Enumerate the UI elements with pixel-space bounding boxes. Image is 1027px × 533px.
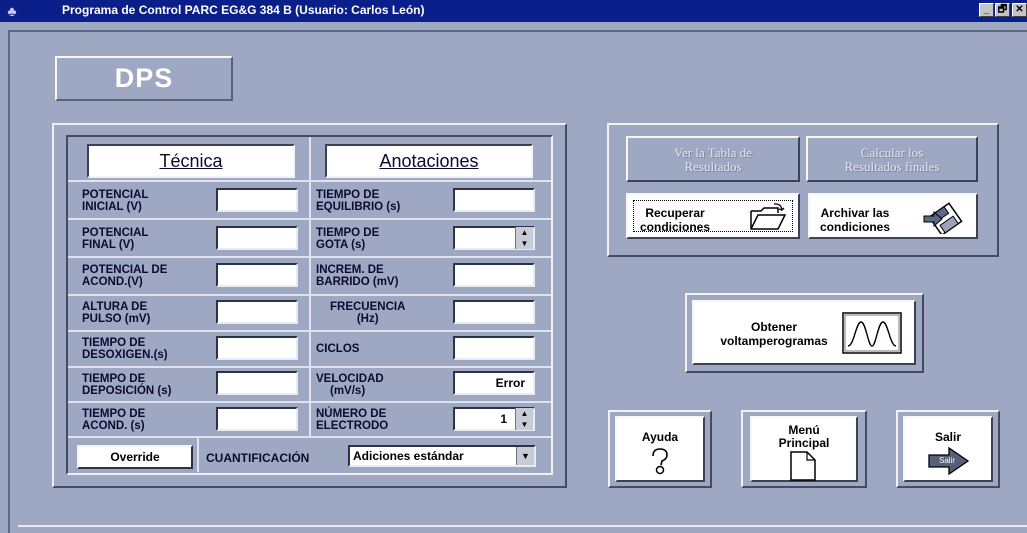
- voltammogram-icon: [842, 312, 902, 354]
- tiempo-gota-spinner[interactable]: ▲ ▼: [515, 227, 533, 249]
- menu-label: Menú Principal: [778, 423, 830, 450]
- recuperar-label: Recuperar condiciones: [640, 206, 711, 234]
- tiempo-gota-label: TIEMPO DE GOTA (s): [316, 227, 380, 251]
- potencial-inicial-input[interactable]: [216, 188, 298, 212]
- obtener-label: Obtener voltamperogramas: [720, 320, 828, 348]
- altura-pulso-label: ALTURA DE PULSO (mV): [82, 301, 151, 325]
- salir-button[interactable]: Salir Salir: [903, 416, 993, 482]
- chevron-down-icon[interactable]: ▼: [516, 447, 534, 465]
- velocidad-label: VELOCIDAD (mV/s): [316, 373, 384, 397]
- grid-divider: [68, 366, 551, 368]
- help-icon: [652, 448, 668, 475]
- potencial-final-label: POTENCIAL FINAL (V): [82, 227, 149, 251]
- grid-divider: [309, 137, 311, 437]
- spin-up-icon[interactable]: ▲: [516, 408, 533, 419]
- grid-divider: [68, 180, 551, 182]
- grid-divider: [68, 330, 551, 332]
- frecuencia-input[interactable]: [453, 300, 535, 324]
- tiempo-desoxigen-input[interactable]: [216, 336, 298, 360]
- potencial-acond-label: POTENCIAL DE ACOND.(V): [82, 264, 168, 288]
- grid-divider: [68, 401, 551, 403]
- potencial-acond-input[interactable]: [216, 263, 298, 287]
- obtener-voltamperogramas-button[interactable]: Obtener voltamperogramas: [692, 300, 916, 365]
- spin-down-icon[interactable]: ▼: [516, 419, 533, 430]
- restore-button[interactable]: 🗗: [995, 3, 1010, 17]
- ver-tabla-button[interactable]: Ver la Tabla de Resultados: [626, 136, 800, 182]
- tiempo-desoxigen-label: TIEMPO DE DESOXIGEN.(s): [82, 337, 168, 361]
- tiempo-equilibrio-label: TIEMPO DE EQUILIBRIO (s): [316, 189, 401, 213]
- open-folder-icon: [750, 203, 787, 230]
- tecnica-header: Técnica: [87, 144, 295, 178]
- tiempo-acond-input[interactable]: [216, 407, 298, 431]
- close-button[interactable]: ✕: [1012, 3, 1027, 17]
- grid-divider: [197, 436, 199, 472]
- title-bar: ♣ Programa de Control PARC EG&G 384 B (U…: [0, 0, 1027, 22]
- grid-divider: [68, 436, 551, 438]
- tiempo-acond-label: TIEMPO DE ACOND. (s): [82, 408, 146, 432]
- frecuencia-label: FRECUENCIA (Hz): [330, 301, 406, 325]
- salir-label: Salir: [934, 430, 961, 444]
- save-disk-icon: [923, 202, 963, 234]
- ayuda-button[interactable]: Ayuda: [615, 416, 705, 482]
- numero-electrodo-label: NÚMERO DE ELECTRODO: [316, 408, 389, 432]
- salir-icon-text: Salir: [939, 456, 956, 465]
- window-title: Programa de Control PARC EG&G 384 B (Usu…: [62, 3, 425, 17]
- tiempo-deposicion-label: TIEMPO DE DEPOSICIÓN (s): [82, 373, 172, 397]
- archivar-condiciones-button[interactable]: Archivar las condiciones: [808, 193, 978, 239]
- grid-divider: [68, 218, 551, 220]
- incremento-barrido-input[interactable]: [453, 263, 535, 287]
- calcular-button[interactable]: Calcular los Resultados finales: [806, 136, 978, 182]
- altura-pulso-input[interactable]: [216, 300, 298, 324]
- spin-down-icon[interactable]: ▼: [516, 238, 533, 249]
- potencial-inicial-label: POTENCIAL INICIAL (V): [82, 189, 149, 213]
- menu-principal-button[interactable]: Menú Principal: [750, 416, 858, 482]
- cuantificacion-value: Adiciones estándar: [353, 449, 464, 463]
- override-button[interactable]: Override: [77, 445, 193, 469]
- cuantificacion-label: CUANTIFICACIÓN: [206, 451, 310, 465]
- minimize-button[interactable]: _: [979, 3, 994, 17]
- technique-badge: DPS: [55, 56, 233, 101]
- numero-electrodo-spinner[interactable]: ▲ ▼: [515, 408, 533, 430]
- velocidad-input[interactable]: Error: [453, 371, 535, 395]
- grid-divider: [68, 294, 551, 296]
- tiempo-equilibrio-input[interactable]: [453, 188, 535, 212]
- frame-bottom-edge: [18, 525, 1027, 527]
- technique-badge-text: DPS: [114, 63, 174, 93]
- tiempo-deposicion-input[interactable]: [216, 371, 298, 395]
- cuantificacion-select[interactable]: Adiciones estándar ▼: [348, 445, 536, 467]
- ciclos-input[interactable]: [453, 336, 535, 360]
- spin-up-icon[interactable]: ▲: [516, 227, 533, 238]
- incremento-barrido-label: INCREM. DE BARRIDO (mV): [316, 264, 399, 288]
- potencial-final-input[interactable]: [216, 226, 298, 250]
- ciclos-label: CICLOS: [316, 343, 360, 355]
- app-icon: ♣: [7, 3, 17, 19]
- archivar-label: Archivar las condiciones: [820, 206, 891, 234]
- anotaciones-header: Anotaciones: [325, 144, 533, 178]
- grid-divider: [68, 256, 551, 258]
- ayuda-label: Ayuda: [641, 430, 679, 444]
- recuperar-condiciones-button[interactable]: Recuperar condiciones: [626, 193, 800, 239]
- document-icon: [790, 451, 816, 481]
